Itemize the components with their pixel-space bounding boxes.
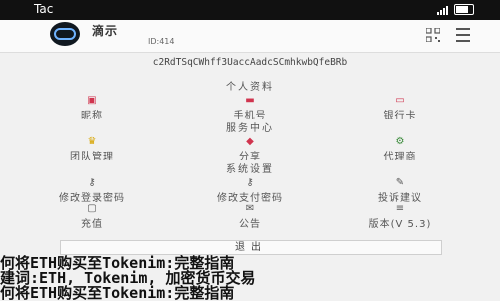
key-icon: ⚷	[88, 177, 96, 188]
personal-item-nickname[interactable]: ▣ 昵称	[32, 95, 152, 122]
logout-button[interactable]: 退出	[60, 240, 442, 255]
system-item-pay-password[interactable]: ⚷ 修改支付密码	[190, 177, 310, 204]
agent-icon: ⚙	[395, 136, 405, 147]
bank-card-icon: ▭	[395, 95, 405, 106]
overlay-keywords-line: 建词:ETH, Tokenim, 加密货币交易	[0, 270, 256, 286]
service-item-team[interactable]: ♛ 团队管理	[32, 136, 152, 163]
avatar-logo-icon	[54, 28, 76, 40]
system-item-feedback[interactable]: ✎ 投诉建议	[340, 177, 460, 204]
menu-icon[interactable]	[456, 28, 470, 42]
item-label: 充值	[81, 219, 103, 230]
section-title-text: 系统设置	[226, 164, 274, 175]
system-item-recharge[interactable]: ▢ 充值	[32, 203, 152, 230]
section-title-text: 服务中心	[226, 123, 274, 134]
section-title-service: 服务中心	[0, 119, 500, 134]
user-name: 滴示	[92, 24, 119, 38]
service-item-share[interactable]: ◆ 分享	[190, 136, 310, 163]
qr-code-icon[interactable]	[426, 28, 440, 42]
battery-icon	[454, 4, 474, 15]
announcement-icon: ✉	[245, 203, 255, 214]
nickname-icon: ▣	[87, 95, 97, 106]
key-icon: ⚷	[246, 177, 254, 188]
feedback-icon: ✎	[395, 177, 405, 188]
item-label: 公告	[239, 219, 261, 230]
crown-icon: ♛	[87, 136, 97, 147]
item-label: 版本(V 5.3)	[368, 219, 432, 230]
status-icons	[437, 4, 474, 15]
phone-icon: ▬	[245, 95, 255, 106]
section-title-personal: 个人资料	[0, 78, 500, 93]
service-item-agent[interactable]: ⚙ 代理商	[340, 136, 460, 163]
personal-item-phone[interactable]: ▬ 手机号	[190, 95, 310, 122]
share-icon: ◆	[246, 136, 254, 147]
recharge-icon: ▢	[87, 203, 97, 214]
personal-item-bank-card[interactable]: ▭ 银行卡	[340, 95, 460, 122]
system-item-login-password[interactable]: ⚷ 修改登录密码	[32, 177, 152, 204]
section-title-system: 系统设置	[0, 160, 500, 175]
system-item-announcement[interactable]: ✉ 公告	[190, 203, 310, 230]
overlay-title-line-repeat: 何将ETH购买至Tokenim:完整指南	[0, 285, 235, 301]
version-icon: ≡	[395, 203, 405, 214]
wallet-address-text: c2RdTSqCWhff3UaccAadcSCmhkwbQfeBRb	[152, 57, 348, 68]
user-id: ID:414	[148, 37, 175, 46]
item-label: 修改登录密码	[59, 193, 125, 204]
item-label: 修改支付密码	[217, 193, 283, 204]
signal-icon	[437, 5, 448, 15]
item-label: 投诉建议	[378, 193, 422, 204]
section-title-text: 个人资料	[226, 82, 274, 93]
system-item-version[interactable]: ≡ 版本(V 5.3)	[340, 203, 460, 230]
status-time: Tac	[34, 2, 54, 16]
overlay-title-line: 何将ETH购买至Tokenim:完整指南	[0, 255, 235, 271]
profile-header: 滴示 ID:414	[0, 20, 500, 53]
status-bar: Tac	[0, 0, 500, 20]
avatar[interactable]	[50, 22, 80, 46]
wallet-address[interactable]: c2RdTSqCWhff3UaccAadcSCmhkwbQfeBRb	[0, 54, 500, 74]
